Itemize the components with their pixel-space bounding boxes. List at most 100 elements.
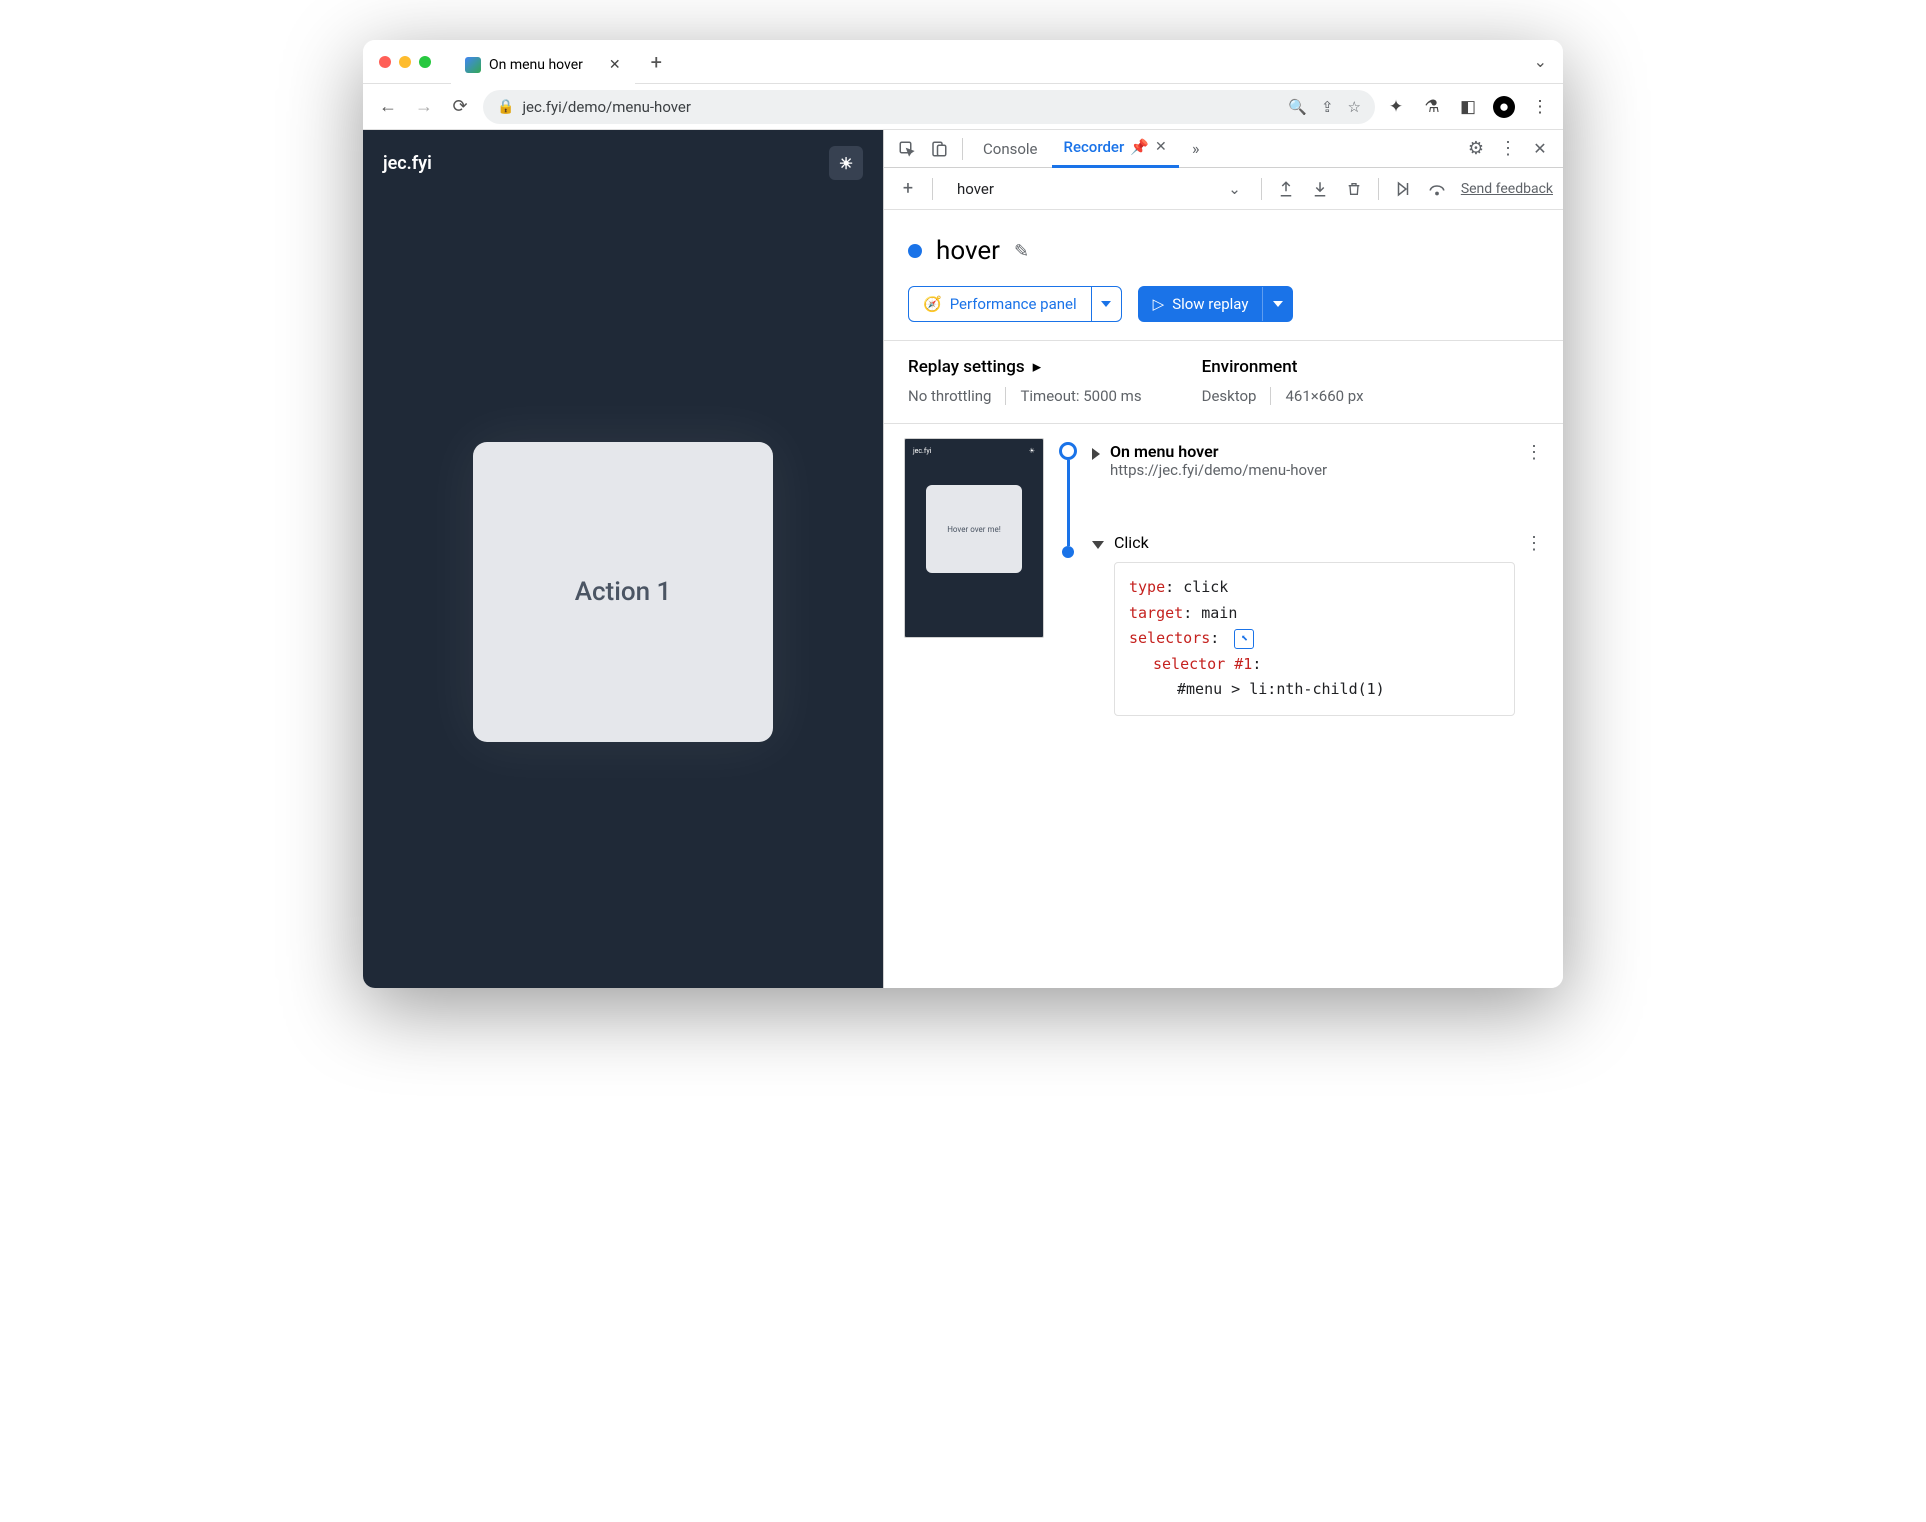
separator [1005,387,1006,405]
inspect-icon[interactable] [892,134,922,164]
recording-dropdown-icon[interactable]: ⌄ [1218,180,1251,198]
step-click[interactable]: Click type: click target: main selectors… [1092,529,1543,720]
env-device: Desktop [1202,387,1257,405]
export-icon[interactable] [1272,175,1300,203]
forward-button[interactable]: → [411,94,437,120]
pick-selector-icon[interactable]: ⬉ [1234,629,1254,649]
step-over-icon[interactable] [1423,175,1451,203]
timeline-step-marker [1062,546,1074,558]
profile-icon[interactable]: ● [1493,96,1515,118]
step-thumbnail[interactable]: jec.fyi Hover over me! [904,438,1044,638]
recorder-toolbar: + hover ⌄ [884,168,1563,210]
tab-console[interactable]: Console [971,130,1050,168]
environment-group: Environment Desktop 461×660 px [1202,357,1364,405]
settings-icon[interactable]: ⚙ [1461,134,1491,164]
extensions-icon[interactable]: ✦ [1385,96,1407,118]
lock-icon: 🔒 [497,99,514,115]
selector-value: #menu > li:nth-child(1) [1129,677,1500,703]
delete-icon[interactable] [1340,175,1368,203]
replay-button[interactable]: ▷ Slow replay [1138,286,1294,322]
maximize-window-button[interactable] [419,56,431,68]
minimize-window-button[interactable] [399,56,411,68]
chrome-menu-icon[interactable]: ⋮ [1529,96,1551,118]
edit-title-icon[interactable]: ✎ [1014,241,1029,262]
omnibox-actions: 🔍 ⇪ ☆ [1288,98,1361,116]
step1-menu-icon[interactable]: ⋮ [1525,442,1543,463]
side-panel-icon[interactable]: ◧ [1457,96,1479,118]
gauge-icon: 🧭 [923,295,942,313]
import-icon[interactable] [1306,175,1334,203]
val-type: click [1183,578,1228,596]
steps-list: jec.fyi Hover over me! [884,423,1563,988]
star-icon[interactable]: ☆ [1348,98,1361,116]
url-toolbar: ← → ⟳ 🔒 jec.fyi/demo/menu-hover 🔍 ⇪ ☆ ✦ … [363,84,1563,130]
new-tab-button[interactable]: + [651,50,662,74]
device-toggle-icon[interactable] [924,134,954,164]
collapse-icon[interactable] [1092,541,1104,549]
selector-label: selector #1 [1153,655,1252,673]
step1-title: On menu hover [1110,442,1327,461]
action-card-label: Action 1 [575,577,672,607]
replay-label: Slow replay [1172,295,1248,313]
reload-button[interactable]: ⟳ [447,94,473,120]
tab-favicon [465,57,481,73]
browser-window: On menu hover ✕ + ⌄ ← → ⟳ 🔒 jec.fyi/demo… [363,40,1563,988]
env-size: 461×660 px [1285,387,1363,405]
play-icon: ▷ [1153,295,1165,313]
step-forward-icon[interactable] [1389,175,1417,203]
action-card[interactable]: Action 1 [473,442,773,742]
key-type: type [1129,578,1165,596]
zoom-icon[interactable]: 🔍 [1288,98,1307,116]
close-window-button[interactable] [379,56,391,68]
send-feedback-link[interactable]: Send feedback [1461,181,1553,197]
val-target: main [1201,604,1237,622]
devtools-menu-icon[interactable]: ⋮ [1493,134,1523,164]
replay-settings-header[interactable]: Replay settings ▸ [908,357,1142,377]
separator [932,178,933,200]
timeline [1058,438,1078,558]
window-controls [379,56,431,68]
timeout-value: Timeout: 5000 ms [1020,387,1141,405]
recording-status-dot [908,244,922,258]
step2-menu-icon[interactable]: ⋮ [1525,533,1543,554]
settings-row: Replay settings ▸ No throttling Timeout:… [884,340,1563,423]
tab-list-button[interactable]: ⌄ [1534,52,1547,71]
step-details: type: click target: main selectors: ⬉ se… [1114,562,1515,716]
close-devtools-icon[interactable]: ✕ [1525,134,1555,164]
chevron-right-icon: ▸ [1033,357,1042,377]
more-tabs-icon[interactable]: » [1181,134,1211,164]
theme-toggle-button[interactable]: ☀ [829,146,863,180]
browser-tab[interactable]: On menu hover ✕ [451,46,635,84]
tab-close-icon[interactable]: ✕ [609,57,621,73]
address-bar[interactable]: 🔒 jec.fyi/demo/menu-hover 🔍 ⇪ ☆ [483,90,1375,124]
step2-title: Click [1114,533,1515,552]
step-navigate[interactable]: On menu hover https://jec.fyi/demo/menu-… [1092,438,1543,483]
performance-dropdown[interactable] [1091,287,1121,321]
step-body: On menu hover https://jec.fyi/demo/menu-… [1092,438,1543,720]
performance-panel-label: Performance panel [950,295,1077,313]
main-area: jec.fyi ☀ Action 1 Console [363,130,1563,988]
tab-title: On menu hover [489,57,583,73]
close-panel-icon[interactable]: ✕ [1155,139,1167,155]
separator [1378,178,1379,200]
tab-recorder[interactable]: Recorder 📌 ✕ [1052,130,1179,168]
pin-icon: 📌 [1130,138,1149,156]
extension-icons: ✦ ⚗ ◧ ● ⋮ [1385,96,1551,118]
environment-header: Environment [1202,357,1364,377]
back-button[interactable]: ← [375,94,401,120]
recording-title-row: hover ✎ [908,236,1539,266]
recording-select[interactable]: hover [943,180,1008,198]
step1-url: https://jec.fyi/demo/menu-hover [1110,461,1327,479]
expand-icon[interactable] [1092,448,1100,460]
timeline-connector [1067,460,1070,546]
new-recording-button[interactable]: + [894,175,922,203]
labs-icon[interactable]: ⚗ [1421,96,1443,118]
replay-dropdown[interactable] [1262,287,1292,321]
step-row: jec.fyi Hover over me! [904,438,1543,720]
share-icon[interactable]: ⇪ [1321,98,1334,116]
throttling-value: No throttling [908,387,991,405]
separator [1270,387,1271,405]
thumb-card: Hover over me! [926,485,1022,573]
devtools-panel: Console Recorder 📌 ✕ » ⚙ ⋮ ✕ + hover [883,130,1563,988]
performance-panel-button[interactable]: 🧭 Performance panel [908,286,1122,322]
